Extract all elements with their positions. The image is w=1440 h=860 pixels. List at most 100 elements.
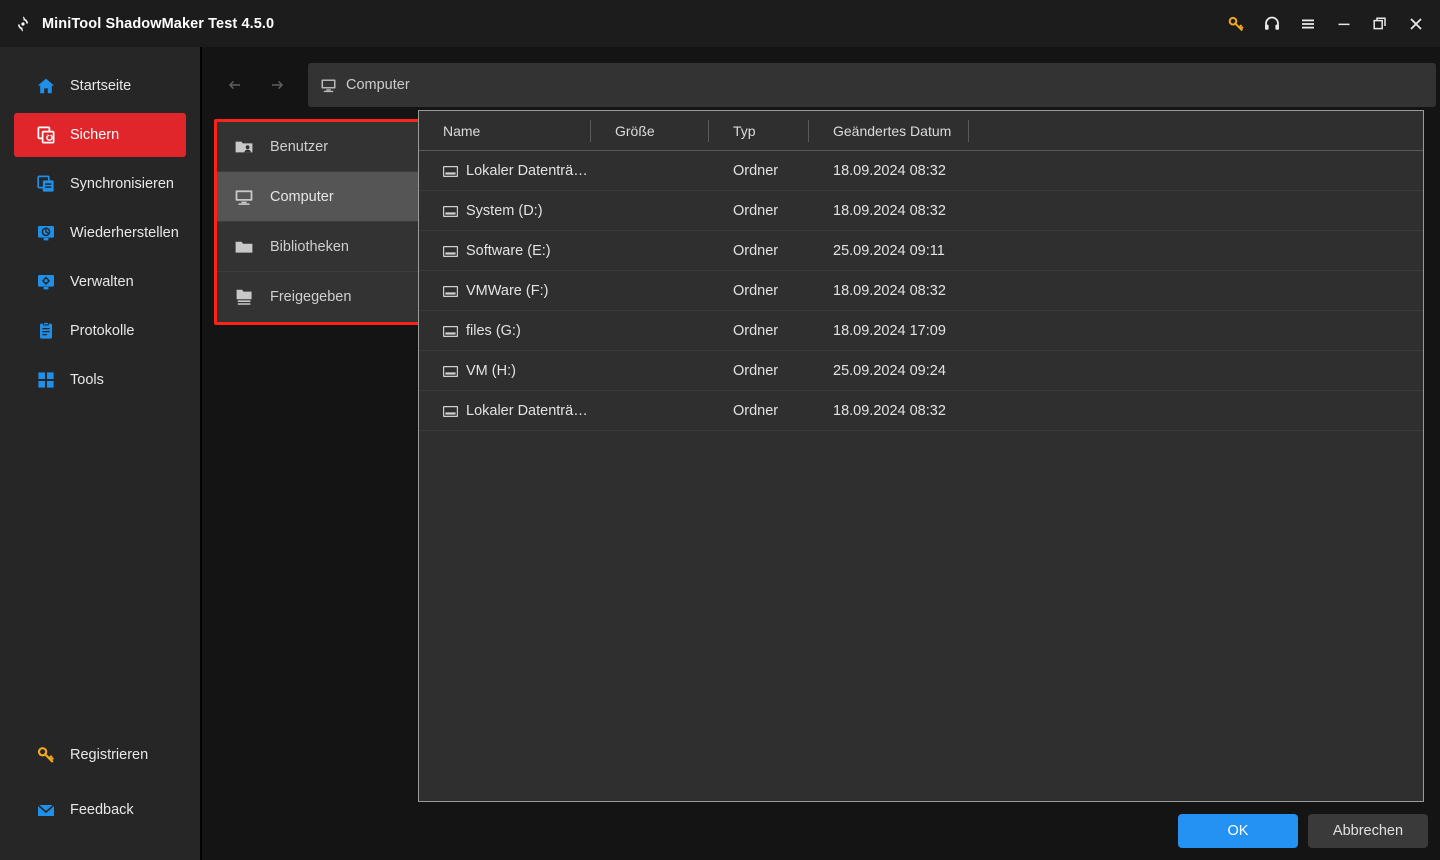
file-size bbox=[591, 271, 709, 311]
tree-item-label: Freigegeben bbox=[270, 289, 352, 305]
location-tree: Benutzer Computer Bibliotheken Freigegeb… bbox=[216, 122, 424, 322]
file-name: VMWare (F:) bbox=[466, 282, 549, 299]
file-modified: 18.09.2024 08:32 bbox=[833, 162, 946, 179]
column-header-label: Typ bbox=[733, 122, 756, 139]
file-list-header: Name Größe Typ Geändertes Datum bbox=[419, 111, 1423, 151]
home-icon bbox=[36, 76, 56, 96]
app-title: MiniTool ShadowMaker Test 4.5.0 bbox=[42, 15, 275, 32]
sidebar-item-label: Tools bbox=[70, 372, 104, 388]
sidebar-item-synchronisieren[interactable]: Synchronisieren bbox=[14, 162, 186, 206]
sidebar-item-feedback[interactable]: Feedback bbox=[14, 788, 186, 832]
tree-item-freigegeben[interactable]: Freigegeben bbox=[216, 272, 424, 322]
logs-icon bbox=[36, 321, 56, 341]
drive-icon bbox=[442, 285, 459, 298]
file-type: Ordner bbox=[733, 242, 779, 259]
file-size bbox=[591, 311, 709, 351]
manage-icon bbox=[36, 272, 56, 292]
file-name-cell: VMWare (F:) bbox=[419, 271, 591, 311]
table-row[interactable]: VM (H:) Ordner 25.09.2024 09:24 bbox=[419, 351, 1423, 391]
address-path-text: Computer bbox=[346, 77, 410, 93]
tools-icon bbox=[36, 370, 56, 390]
tree-item-bibliotheken[interactable]: Bibliotheken bbox=[216, 222, 424, 272]
folder-picker-dialog: Computer Benutzer Computer Bibliotheken … bbox=[204, 47, 1440, 860]
user-folder-icon bbox=[234, 137, 254, 157]
headset-icon[interactable] bbox=[1254, 5, 1290, 43]
title-bar-controls bbox=[1218, 0, 1440, 47]
drive-icon bbox=[442, 365, 459, 378]
file-modified: 18.09.2024 17:09 bbox=[833, 322, 946, 339]
file-type: Ordner bbox=[733, 322, 779, 339]
column-header-modified[interactable]: Geändertes Datum bbox=[809, 111, 969, 151]
sidebar-item-tools[interactable]: Tools bbox=[14, 358, 186, 402]
tree-item-label: Benutzer bbox=[270, 138, 329, 155]
sidebar-item-sichern[interactable]: Sichern bbox=[14, 113, 186, 157]
tree-item-label: Computer bbox=[270, 188, 334, 205]
column-header-name[interactable]: Name bbox=[419, 111, 591, 151]
sidebar-item-label: Sichern bbox=[70, 127, 120, 143]
file-type: Ordner bbox=[733, 282, 779, 299]
drive-icon bbox=[442, 405, 459, 418]
column-header-label: Größe bbox=[615, 122, 655, 139]
sync-icon bbox=[36, 174, 56, 194]
drive-icon bbox=[442, 205, 459, 218]
application-window: MiniTool ShadowMaker Test 4.5.0 Startsei… bbox=[0, 0, 1440, 860]
drive-icon bbox=[442, 245, 459, 258]
table-row[interactable]: Software (E:) Ordner 25.09.2024 09:11 bbox=[419, 231, 1423, 271]
backup-icon bbox=[36, 125, 56, 145]
file-modified: 18.09.2024 08:32 bbox=[833, 202, 946, 219]
tree-item-computer[interactable]: Computer bbox=[216, 172, 424, 222]
hamburger-menu-icon[interactable] bbox=[1290, 5, 1326, 43]
restore-icon[interactable] bbox=[1362, 5, 1398, 43]
restore-disk-icon bbox=[36, 223, 56, 243]
sidebar-bottom-nav: Registrieren Feedback bbox=[0, 733, 200, 843]
table-row[interactable]: VMWare (F:) Ordner 18.09.2024 08:32 bbox=[419, 271, 1423, 311]
arrow-right-icon[interactable] bbox=[256, 65, 296, 105]
file-type: Ordner bbox=[733, 202, 779, 219]
computer-icon bbox=[234, 187, 254, 207]
address-bar[interactable]: Computer bbox=[308, 63, 1436, 107]
file-size bbox=[591, 391, 709, 431]
sidebar-item-protokolle[interactable]: Protokolle bbox=[14, 309, 186, 353]
sidebar-item-label: Wiederherstellen bbox=[70, 225, 179, 241]
file-list-panel: Name Größe Typ Geändertes Datum Lokaler … bbox=[418, 110, 1424, 802]
sidebar-nav: Startseite Sichern Synchronisieren Wiede… bbox=[0, 47, 200, 402]
file-type: Ordner bbox=[733, 362, 779, 379]
file-name: Software (E:) bbox=[466, 242, 551, 259]
file-name: Lokaler Datenträ… bbox=[466, 162, 588, 179]
table-row[interactable]: files (G:) Ordner 18.09.2024 17:09 bbox=[419, 311, 1423, 351]
ok-button[interactable]: OK bbox=[1178, 814, 1298, 848]
column-header-type[interactable]: Typ bbox=[709, 111, 809, 151]
shared-folder-icon bbox=[234, 287, 254, 307]
table-row[interactable]: System (D:) Ordner 18.09.2024 08:32 bbox=[419, 191, 1423, 231]
drive-icon bbox=[442, 325, 459, 338]
sidebar-item-label: Registrieren bbox=[70, 747, 149, 763]
arrow-left-icon[interactable] bbox=[216, 65, 256, 105]
sidebar-item-wiederherstellen[interactable]: Wiederherstellen bbox=[14, 211, 186, 255]
column-header-size[interactable]: Größe bbox=[591, 111, 709, 151]
file-modified: 18.09.2024 08:32 bbox=[833, 282, 946, 299]
key-icon[interactable] bbox=[1218, 5, 1254, 43]
sidebar-item-label: Verwalten bbox=[70, 274, 134, 290]
file-size bbox=[591, 191, 709, 231]
title-bar: MiniTool ShadowMaker Test 4.5.0 bbox=[0, 0, 1440, 47]
file-name-cell: System (D:) bbox=[419, 191, 591, 231]
file-type: Ordner bbox=[733, 162, 779, 179]
file-name-cell: Lokaler Datenträ… bbox=[419, 391, 591, 431]
file-name: VM (H:) bbox=[466, 362, 516, 379]
column-header-label: Geändertes Datum bbox=[833, 122, 952, 139]
mail-icon bbox=[36, 800, 56, 820]
file-name-cell: Lokaler Datenträ… bbox=[419, 151, 591, 191]
table-row[interactable]: Lokaler Datenträ… Ordner 18.09.2024 08:3… bbox=[419, 151, 1423, 191]
minimize-icon[interactable] bbox=[1326, 5, 1362, 43]
close-icon[interactable] bbox=[1398, 5, 1434, 43]
column-header-label: Name bbox=[443, 122, 481, 139]
sidebar-item-verwalten[interactable]: Verwalten bbox=[14, 260, 186, 304]
tree-item-benutzer[interactable]: Benutzer bbox=[216, 122, 424, 172]
drive-icon bbox=[442, 165, 459, 178]
sidebar: Startseite Sichern Synchronisieren Wiede… bbox=[0, 47, 202, 860]
sidebar-item-registrieren[interactable]: Registrieren bbox=[14, 733, 186, 777]
sidebar-item-startseite[interactable]: Startseite bbox=[14, 64, 186, 108]
cancel-button[interactable]: Abbrechen bbox=[1308, 814, 1428, 848]
table-row[interactable]: Lokaler Datenträ… Ordner 18.09.2024 08:3… bbox=[419, 391, 1423, 431]
sidebar-item-label: Protokolle bbox=[70, 323, 135, 339]
